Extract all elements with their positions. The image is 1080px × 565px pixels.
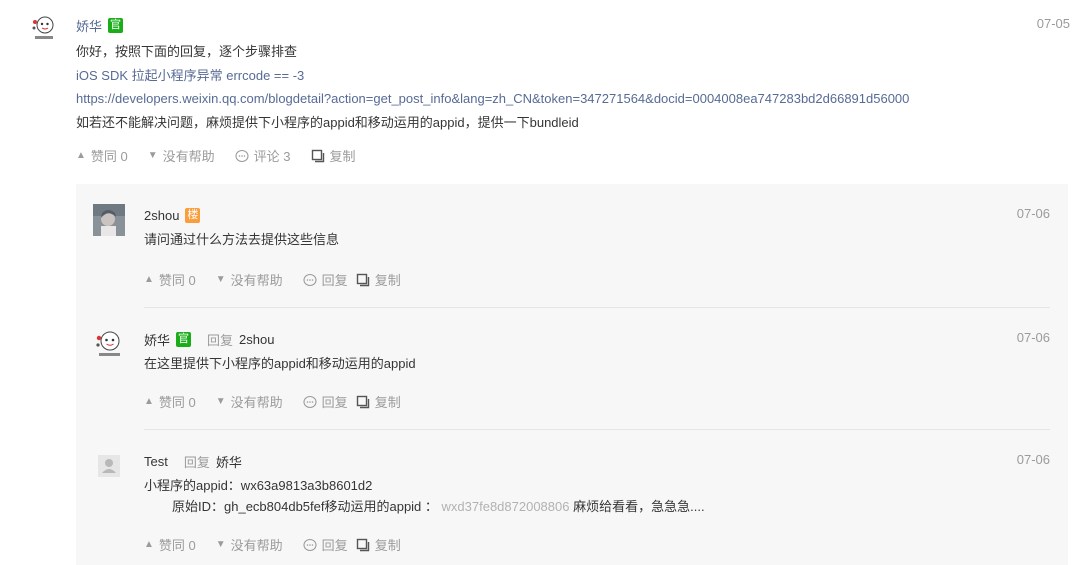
reply-text-segment: 原始ID：gh_ecb804db5fef移动运用的appid ：	[172, 499, 438, 514]
reply-label: 回复	[321, 395, 348, 410]
reply-text-segment: 麻烦给看看，急急急....	[573, 499, 705, 514]
post-content: 你好，按照下面的回复，逐个步骤排查 iOS SDK 拉起小程序异常 errcod…	[76, 40, 1036, 134]
copy-button[interactable]: 复制	[356, 392, 401, 411]
main-post: 娇华 官 07-05 你好，按照下面的回复，逐个步骤排查 iOS SDK 拉起小…	[0, 0, 1080, 180]
upvote-button[interactable]: ▲ 赞同 0	[144, 535, 196, 554]
reply-date: 07-06	[1016, 452, 1050, 467]
reply-action-bar: ▲ 赞同 0 ▼ 没有帮助 回复 复制	[144, 392, 421, 411]
official-badge: 官	[176, 331, 192, 347]
reply-date: 07-06	[1016, 206, 1050, 221]
reply-text-line: 请问通过什么方法去提供这些信息	[144, 232, 340, 247]
triangle-up-icon: ▲	[144, 396, 154, 407]
upvote-button[interactable]: ▲ 赞同 0	[76, 146, 128, 165]
upvote-label: 赞同 0	[158, 273, 196, 288]
reply-avatar[interactable]	[93, 204, 125, 236]
floor-badge: 楼	[185, 207, 201, 223]
triangle-down-icon: ▼	[215, 539, 226, 550]
official-badge: 官	[108, 17, 124, 33]
post-text-line: 如若还不能解决问题，麻烦提供下小程序的appid和移动运用的appid，提供一下…	[76, 114, 579, 130]
reply-text-line: 在这里提供下小程序的appid和移动运用的appid	[144, 356, 416, 371]
unhelpful-label: 没有帮助	[230, 395, 283, 410]
upvote-label: 赞同 0	[158, 395, 196, 410]
reply-label: 回复	[321, 273, 348, 288]
copy-label: 复制	[374, 273, 401, 288]
reply-button[interactable]: 回复	[303, 392, 348, 411]
post-link-title[interactable]: iOS SDK 拉起小程序异常 errcode == -3	[76, 64, 1036, 88]
copy-label: 复制	[329, 149, 356, 164]
reply-header: 娇华 官 回复 2shou	[144, 330, 274, 348]
copy-icon	[356, 273, 370, 287]
reply-content: 在这里提供下小程序的appid和移动运用的appid	[144, 353, 416, 374]
comment-icon	[235, 149, 249, 163]
upvote-label: 赞同 0	[90, 149, 128, 164]
reply-action-bar: ▲ 赞同 0 ▼ 没有帮助 回复 复制	[144, 535, 421, 554]
unhelpful-button[interactable]: ▼ 没有帮助	[216, 535, 283, 554]
copy-button[interactable]: 复制	[356, 535, 401, 554]
reply-avatar[interactable]	[93, 328, 125, 360]
triangle-up-icon: ▲	[144, 539, 154, 550]
post-text-line: 你好，按照下面的回复，逐个步骤排查	[76, 44, 298, 59]
author-line: 娇华 官	[76, 16, 124, 35]
reply-author-name[interactable]: 娇华	[144, 330, 170, 349]
reply-header: 2shou 楼	[144, 206, 201, 224]
reply-to-label: 回复	[207, 332, 234, 348]
unhelpful-label: 没有帮助	[230, 538, 283, 553]
reply-avatar[interactable]	[93, 450, 125, 482]
triangle-up-icon: ▲	[76, 150, 86, 161]
unhelpful-button[interactable]: ▼ 没有帮助	[216, 270, 283, 289]
comment-label: 评论 3	[253, 149, 291, 164]
appid-value: wxd37fe8d872008806	[441, 499, 570, 514]
reply-content: 请问通过什么方法去提供这些信息	[144, 229, 339, 250]
reply-text-line: 小程序的appid：wx63a9813a3b8601d2	[144, 478, 373, 493]
reply-date: 07-06	[1016, 330, 1050, 345]
reply-content: 小程序的appid：wx63a9813a3b8601d2 原始ID：gh_ecb…	[144, 475, 705, 517]
copy-icon	[311, 149, 325, 163]
post-date: 07-05	[1036, 16, 1070, 31]
unhelpful-button[interactable]: ▼ 没有帮助	[216, 392, 283, 411]
reply-header: Test 回复 娇华	[144, 452, 242, 470]
reply-text-line: 原始ID：gh_ecb804db5fef移动运用的appid ： wxd37fe…	[144, 496, 705, 517]
reply-author-name[interactable]: 2shou	[144, 208, 179, 223]
copy-icon	[356, 538, 370, 552]
author-name[interactable]: 娇华	[76, 16, 102, 35]
reply-item: 娇华 官 回复 2shou 07-06 在这里提供下小程序的appid和移动运用…	[76, 308, 1068, 430]
unhelpful-label: 没有帮助	[162, 149, 215, 164]
unhelpful-label: 没有帮助	[230, 273, 283, 288]
reply-to-name[interactable]: 娇华	[216, 452, 242, 471]
comment-icon	[303, 395, 317, 409]
author-avatar[interactable]	[30, 14, 58, 42]
triangle-down-icon: ▼	[147, 150, 158, 161]
triangle-up-icon: ▲	[144, 274, 154, 285]
reply-to-label: 回复	[183, 454, 210, 470]
copy-button[interactable]: 复制	[311, 146, 356, 165]
upvote-label: 赞同 0	[158, 538, 196, 553]
upvote-button[interactable]: ▲ 赞同 0	[144, 270, 196, 289]
triangle-down-icon: ▼	[215, 274, 226, 285]
copy-label: 复制	[374, 395, 401, 410]
reply-button[interactable]: 回复	[303, 535, 348, 554]
reply-action-bar: ▲ 赞同 0 ▼ 没有帮助 回复 复制	[144, 270, 421, 289]
reply-item: Test 回复 娇华 07-06 小程序的appid：wx63a9813a3b8…	[76, 430, 1068, 565]
reply-item: 2shou 楼 07-06 请问通过什么方法去提供这些信息 ▲ 赞同 0 ▼ 没…	[76, 184, 1068, 308]
replies-section: 2shou 楼 07-06 请问通过什么方法去提供这些信息 ▲ 赞同 0 ▼ 没…	[76, 184, 1068, 565]
triangle-down-icon: ▼	[215, 396, 226, 407]
comment-button[interactable]: 评论 3	[235, 146, 291, 165]
reply-label: 回复	[321, 538, 348, 553]
copy-button[interactable]: 复制	[356, 270, 401, 289]
comment-icon	[303, 538, 317, 552]
upvote-button[interactable]: ▲ 赞同 0	[144, 392, 196, 411]
copy-label: 复制	[374, 538, 401, 553]
comment-icon	[303, 273, 317, 287]
reply-to-name[interactable]: 2shou	[239, 332, 274, 347]
reply-author-name[interactable]: Test	[144, 454, 168, 469]
post-link-url[interactable]: https://developers.weixin.qq.com/blogdet…	[76, 87, 1036, 111]
unhelpful-button[interactable]: ▼ 没有帮助	[148, 146, 215, 165]
reply-button[interactable]: 回复	[303, 270, 348, 289]
copy-icon	[356, 395, 370, 409]
post-action-bar: ▲ 赞同 0 ▼ 没有帮助 评论 3 复制	[76, 146, 376, 165]
